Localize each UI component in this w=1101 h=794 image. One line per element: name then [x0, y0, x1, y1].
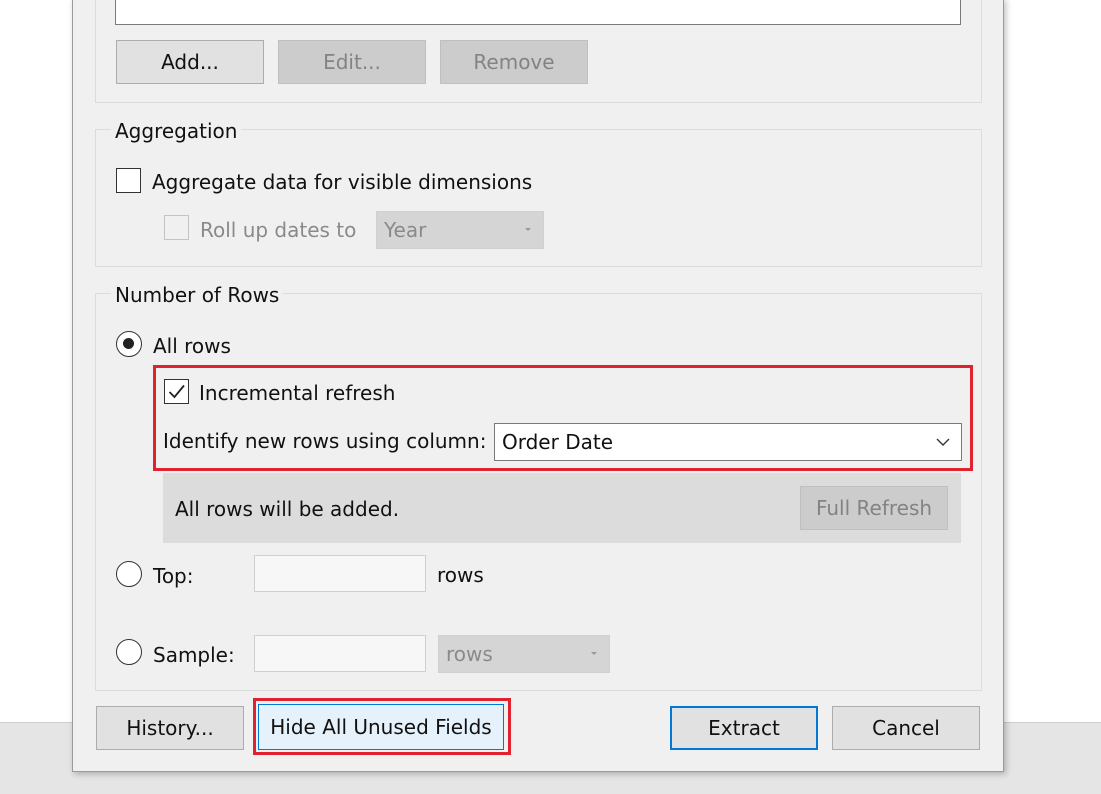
- extract-button[interactable]: Extract: [670, 706, 818, 750]
- add-filter-button[interactable]: Add...: [116, 40, 264, 84]
- sample-rows-radio[interactable]: [116, 639, 142, 665]
- hide-unused-fields-highlight: [253, 698, 511, 755]
- history-button[interactable]: History...: [96, 706, 244, 750]
- full-refresh-button[interactable]: Full Refresh: [800, 486, 948, 530]
- rollup-dates-select[interactable]: Year: [376, 211, 544, 249]
- aggregate-checkbox[interactable]: [116, 168, 141, 193]
- all-rows-label: All rows: [153, 334, 231, 358]
- remove-filter-button[interactable]: Remove: [440, 40, 588, 84]
- aggregate-label: Aggregate data for visible dimensions: [152, 170, 533, 194]
- extract-data-dialog: Add... Edit... Remove Aggregation Aggreg…: [72, 0, 1004, 772]
- sample-unit-value: rows: [446, 642, 493, 666]
- aggregation-group-title: Aggregation: [111, 119, 242, 143]
- filters-list[interactable]: [115, 0, 961, 25]
- rollup-dates-checkbox[interactable]: [164, 215, 189, 240]
- top-rows-radio[interactable]: [116, 561, 142, 587]
- incremental-refresh-highlight: [153, 365, 973, 471]
- refresh-info-text: All rows will be added.: [175, 497, 400, 521]
- rollup-dates-value: Year: [384, 218, 427, 242]
- top-rows-input[interactable]: [254, 555, 426, 592]
- top-rows-unit: rows: [437, 563, 484, 587]
- sample-rows-input[interactable]: [254, 635, 426, 672]
- sample-unit-select[interactable]: rows: [438, 635, 610, 673]
- sample-rows-label: Sample:: [153, 643, 235, 667]
- number-of-rows-group-title: Number of Rows: [111, 283, 284, 307]
- radio-selected-dot: [123, 338, 134, 349]
- all-rows-radio[interactable]: [116, 331, 142, 357]
- cancel-button[interactable]: Cancel: [832, 706, 980, 750]
- top-rows-label: Top:: [153, 564, 194, 588]
- dropdown-arrow-icon: [589, 636, 599, 683]
- dropdown-arrow-icon: [523, 212, 533, 259]
- rollup-dates-label: Roll up dates to: [200, 218, 357, 242]
- edit-filter-button[interactable]: Edit...: [278, 40, 426, 84]
